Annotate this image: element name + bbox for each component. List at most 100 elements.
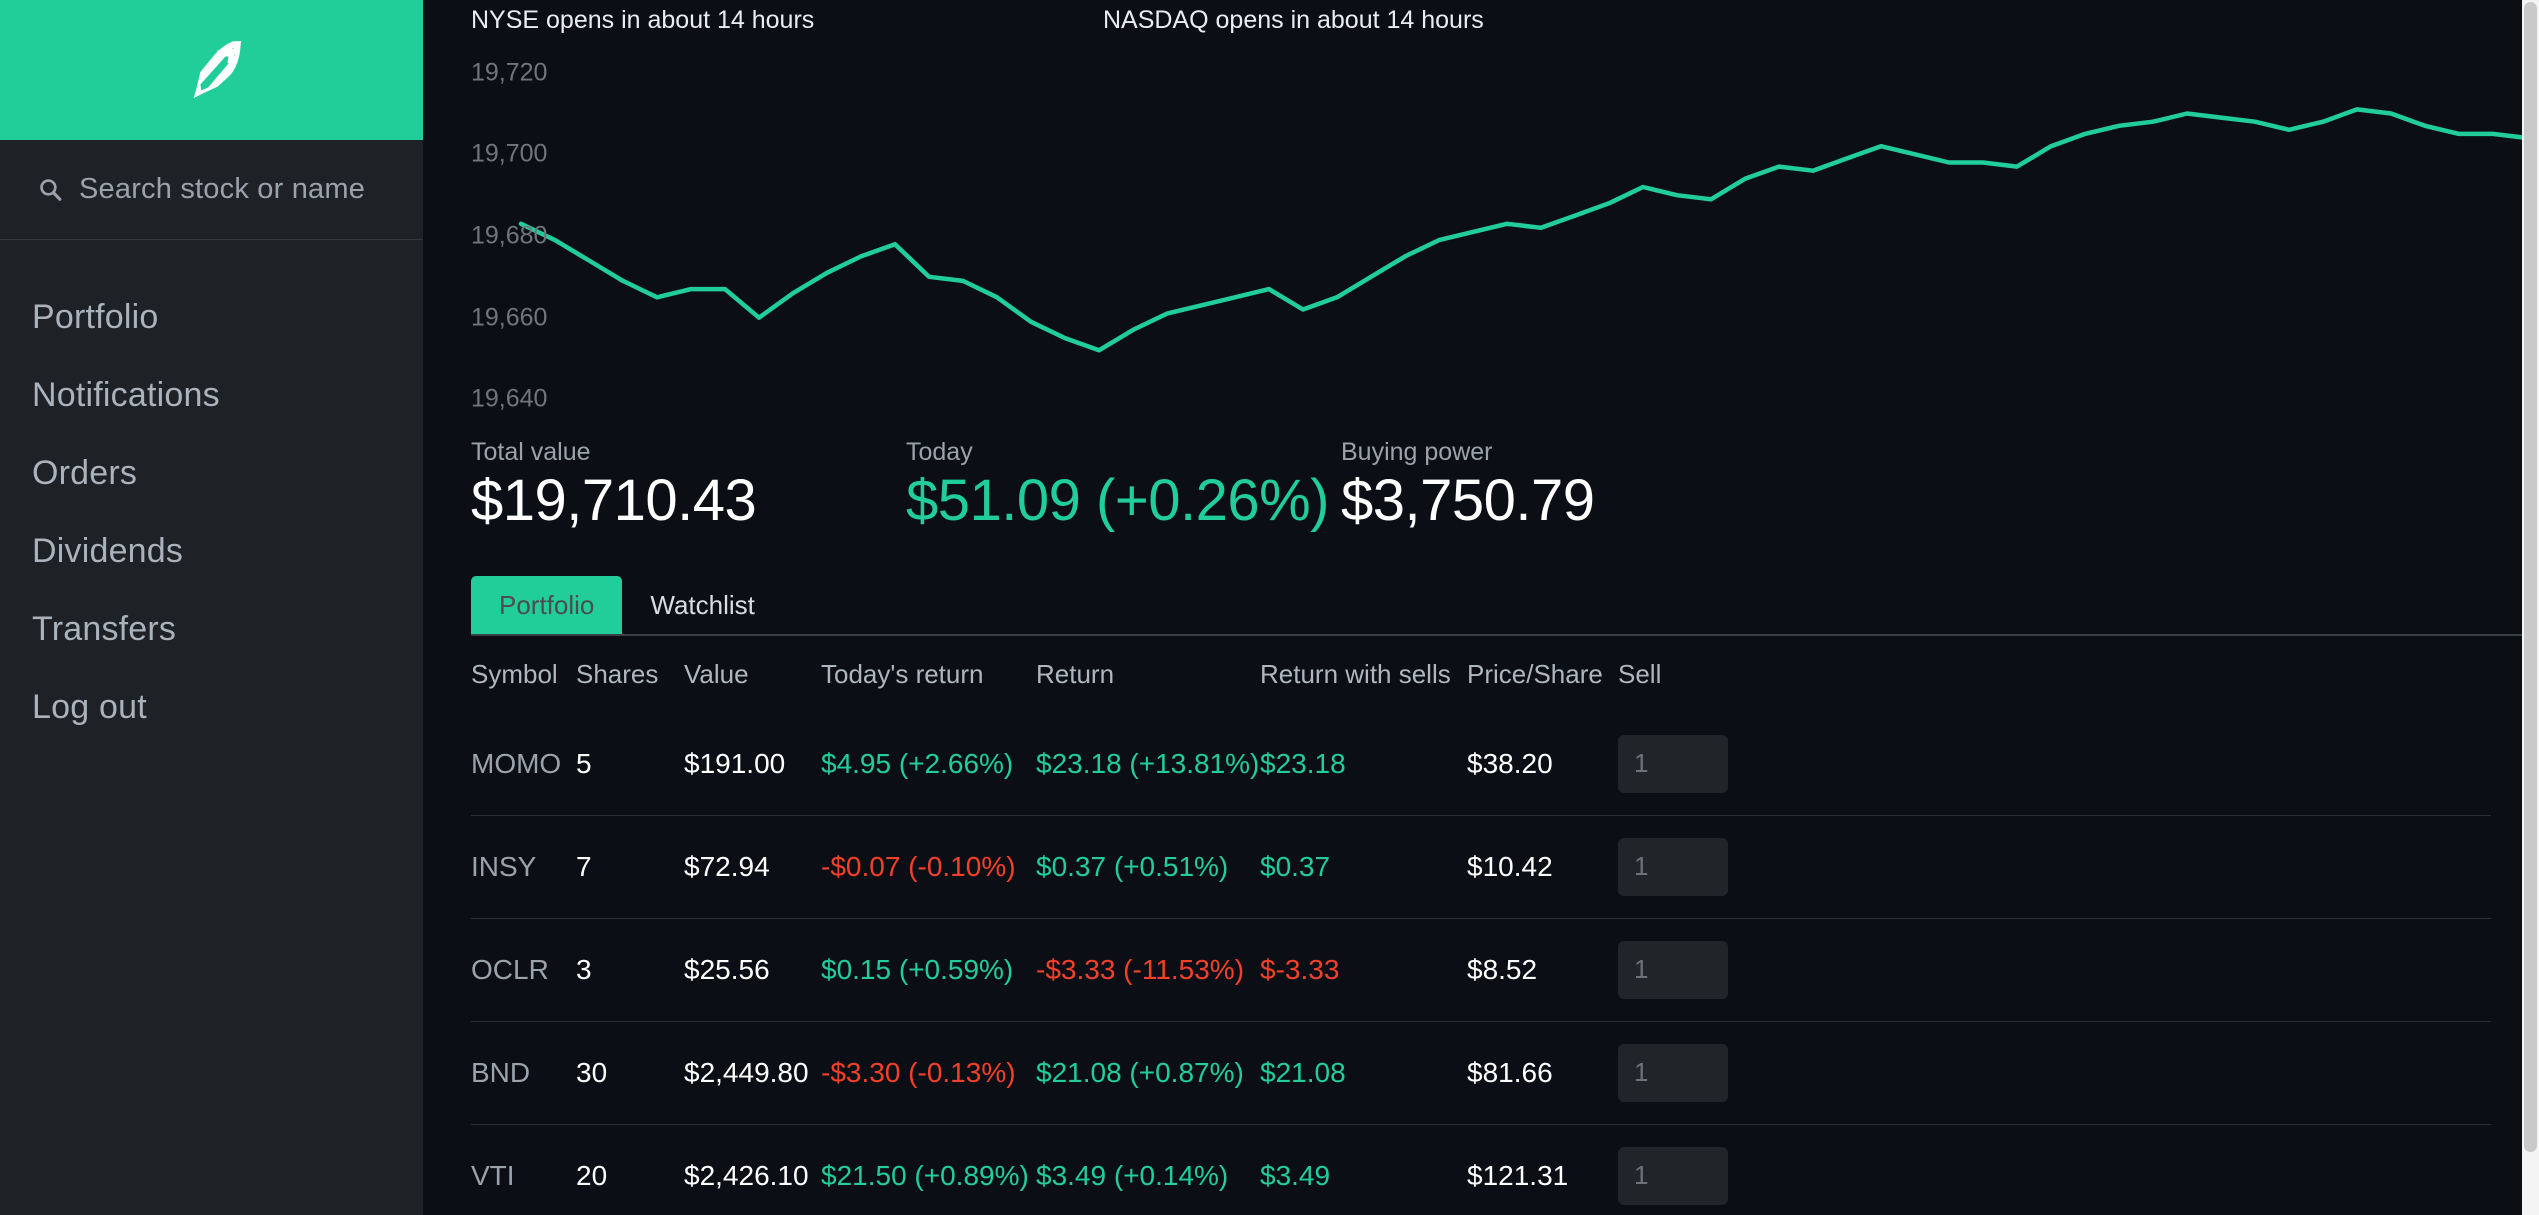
sell-quantity-input[interactable] (1618, 941, 1728, 999)
cell-symbol: VTI (471, 1160, 576, 1192)
cell-value: $25.56 (684, 954, 821, 986)
cell-sell (1618, 941, 1778, 999)
header-price-share: Price/Share (1467, 659, 1618, 690)
cell-todays-return: $21.50 (+0.89%) (821, 1160, 1036, 1192)
header-sell: Sell (1618, 659, 1778, 690)
cell-todays-return: $4.95 (+2.66%) (821, 748, 1036, 780)
cell-price-share: $10.42 (1467, 851, 1618, 883)
total-value-block: Total value $19,710.43 (471, 440, 906, 560)
chart-y-tick: 19,720 (471, 58, 547, 87)
cell-symbol: INSY (471, 851, 576, 883)
cell-return-with-sells: $23.18 (1260, 748, 1467, 780)
tab-label: Watchlist (650, 590, 755, 621)
sell-quantity-input[interactable] (1618, 838, 1728, 896)
cell-value: $2,426.10 (684, 1160, 821, 1192)
cell-sell (1618, 1147, 1778, 1205)
cell-return: -$3.33 (-11.53%) (1036, 954, 1260, 986)
logo-bar (0, 0, 423, 140)
sidebar: Search stock or name Portfolio Notificat… (0, 0, 423, 1215)
cell-symbol: BND (471, 1057, 576, 1089)
sidebar-item-log-out[interactable]: Log out (0, 668, 423, 746)
cell-shares: 7 (576, 851, 684, 883)
table-body: MOMO5$191.00$4.95 (+2.66%)$23.18 (+13.81… (471, 712, 2539, 1215)
today-label: Today (906, 440, 1341, 465)
cell-price-share: $121.31 (1467, 1160, 1618, 1192)
cell-return: $23.18 (+13.81%) (1036, 748, 1260, 780)
holdings-table: Symbol Shares Value Today's return Retur… (453, 634, 2539, 1215)
sell-quantity-input[interactable] (1618, 1044, 1728, 1102)
cell-value: $191.00 (684, 748, 821, 780)
tab-watchlist[interactable]: Watchlist (622, 576, 783, 634)
today-block: Today $51.09 (+0.26%) (906, 440, 1341, 560)
tab-bar: Portfolio Watchlist (453, 576, 2539, 634)
table-row[interactable]: MOMO5$191.00$4.95 (+2.66%)$23.18 (+13.81… (471, 712, 2539, 815)
header-symbol: Symbol (471, 659, 576, 690)
today-amount: $51.09 (+0.26%) (906, 469, 1341, 534)
cell-value: $2,449.80 (684, 1057, 821, 1089)
cell-return: $21.08 (+0.87%) (1036, 1057, 1260, 1089)
header-return-with-sells: Return with sells (1260, 659, 1467, 690)
cell-sell (1618, 1044, 1778, 1102)
table-row[interactable]: BND30$2,449.80-$3.30 (-0.13%)$21.08 (+0.… (471, 1021, 2539, 1124)
chart-y-tick: 19,680 (471, 222, 547, 251)
cell-symbol: OCLR (471, 954, 576, 986)
cell-shares: 5 (576, 748, 684, 780)
cell-todays-return: $0.15 (+0.59%) (821, 954, 1036, 986)
scrollbar-thumb[interactable] (2524, 2, 2537, 1152)
main-content: NYSE opens in about 14 hours NASDAQ open… (423, 0, 2539, 1215)
cell-sell (1618, 735, 1778, 793)
sidebar-item-label: Log out (32, 688, 147, 727)
chart-y-tick: 19,700 (471, 140, 547, 169)
cell-todays-return: -$3.30 (-0.13%) (821, 1057, 1036, 1089)
buying-power-label: Buying power (1341, 440, 1595, 465)
table-row[interactable]: VTI20$2,426.10$21.50 (+0.89%)$3.49 (+0.1… (471, 1124, 2539, 1215)
buying-power-amount: $3,750.79 (1341, 469, 1595, 534)
cell-shares: 20 (576, 1160, 684, 1192)
table-row[interactable]: INSY7$72.94-$0.07 (-0.10%)$0.37 (+0.51%)… (471, 815, 2539, 918)
header-shares: Shares (576, 659, 684, 690)
sell-quantity-input[interactable] (1618, 735, 1728, 793)
chart-y-tick: 19,660 (471, 303, 547, 332)
robinhood-app: Search stock or name Portfolio Notificat… (0, 0, 2539, 1215)
table-header-row: Symbol Shares Value Today's return Retur… (471, 634, 2539, 712)
header-todays-return: Today's return (821, 659, 1036, 690)
sidebar-item-label: Notifications (32, 376, 220, 415)
sidebar-item-label: Portfolio (32, 298, 159, 337)
sidebar-nav: Portfolio Notifications Orders Dividends… (0, 240, 423, 746)
cell-sell (1618, 838, 1778, 896)
sidebar-item-portfolio[interactable]: Portfolio (0, 278, 423, 356)
total-value-label: Total value (471, 440, 906, 465)
chart-line-svg (453, 40, 2539, 432)
cell-return: $0.37 (+0.51%) (1036, 851, 1260, 883)
sidebar-item-label: Orders (32, 454, 137, 493)
tab-portfolio[interactable]: Portfolio (471, 576, 622, 634)
cell-symbol: MOMO (471, 748, 576, 780)
cell-todays-return: -$0.07 (-0.10%) (821, 851, 1036, 883)
sidebar-item-label: Transfers (32, 610, 176, 649)
page-scrollbar[interactable] (2522, 0, 2539, 1215)
cell-price-share: $81.66 (1467, 1057, 1618, 1089)
header-return: Return (1036, 659, 1260, 690)
header-value: Value (684, 659, 821, 690)
search-input[interactable]: Search stock or name (79, 173, 365, 206)
total-value-amount: $19,710.43 (471, 469, 906, 534)
cell-return-with-sells: $-3.33 (1260, 954, 1467, 986)
cell-price-share: $8.52 (1467, 954, 1618, 986)
search-bar[interactable]: Search stock or name (0, 140, 423, 240)
sidebar-item-transfers[interactable]: Transfers (0, 590, 423, 668)
cell-return-with-sells: $21.08 (1260, 1057, 1467, 1089)
sidebar-item-notifications[interactable]: Notifications (0, 356, 423, 434)
sidebar-item-dividends[interactable]: Dividends (0, 512, 423, 590)
cell-return-with-sells: $0.37 (1260, 851, 1467, 883)
sidebar-item-label: Dividends (32, 532, 183, 571)
search-icon (38, 177, 63, 202)
tab-label: Portfolio (499, 590, 594, 621)
cell-return-with-sells: $3.49 (1260, 1160, 1467, 1192)
table-row[interactable]: OCLR3$25.56$0.15 (+0.59%)-$3.33 (-11.53%… (471, 918, 2539, 1021)
cell-shares: 30 (576, 1057, 684, 1089)
sell-quantity-input[interactable] (1618, 1147, 1728, 1205)
chart-y-axis: 19,72019,70019,68019,66019,640 (471, 40, 671, 432)
cell-return: $3.49 (+0.14%) (1036, 1160, 1260, 1192)
sidebar-item-orders[interactable]: Orders (0, 434, 423, 512)
portfolio-chart[interactable]: 19,72019,70019,68019,66019,640 (453, 40, 2539, 432)
